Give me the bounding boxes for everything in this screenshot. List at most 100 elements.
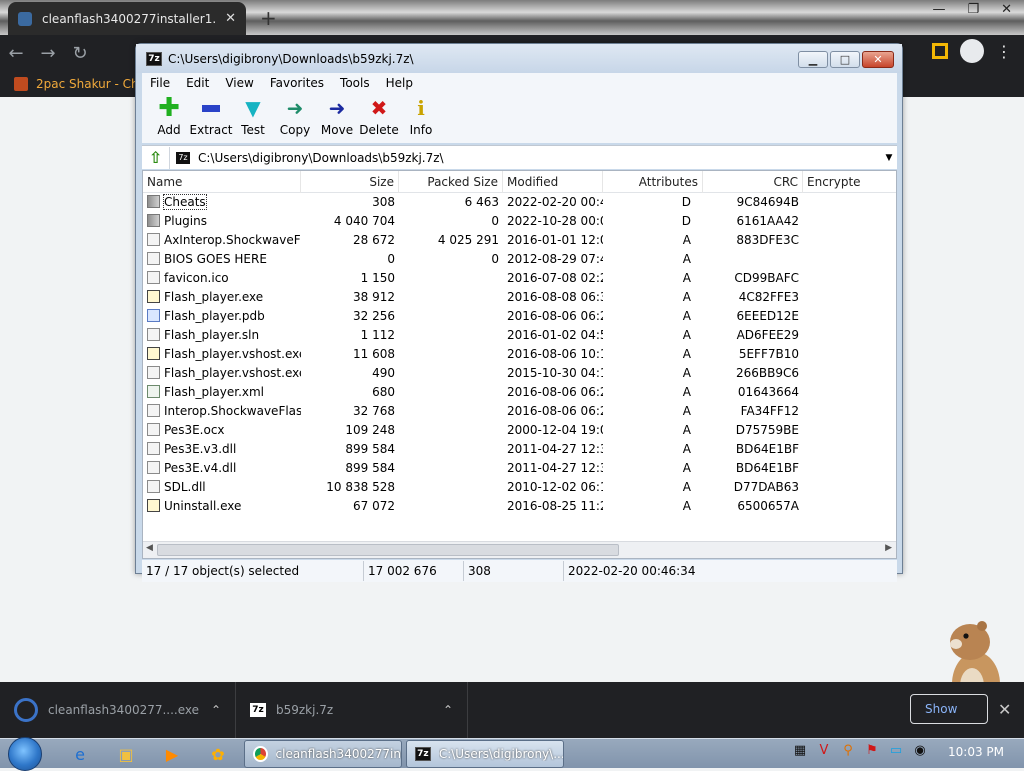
file-icon <box>147 480 160 493</box>
file-row[interactable]: Uninstall.exe 67 072 2016-08-25 11:25 A 6500… <box>143 497 896 516</box>
file-row[interactable]: Pes3E.v3.dll 899 584 2011-04-27 12:33 A BD64… <box>143 440 896 459</box>
tray-display-icon[interactable]: ▭ <box>888 743 904 758</box>
column-header[interactable]: Size <box>301 171 399 193</box>
file-name: Interop.ShockwaveFlash... <box>164 404 301 418</box>
chevron-up-icon[interactable]: ⌃ <box>211 703 235 717</box>
menu-file[interactable]: File <box>142 76 178 90</box>
forward-button[interactable]: → <box>32 43 64 64</box>
paint-icon[interactable]: ✿ <box>196 741 240 767</box>
chrome-menu-icon[interactable]: ⋮ <box>996 42 1012 61</box>
tray-volume-icon[interactable]: ◉ <box>912 743 928 758</box>
column-header[interactable]: Attributes <box>603 171 703 193</box>
column-header[interactable]: Modified <box>503 171 603 193</box>
file-row[interactable]: Pes3E.v4.dll 899 584 2011-04-27 12:33 A BD64… <box>143 459 896 478</box>
column-header[interactable]: Name <box>143 171 301 193</box>
scroll-right-icon[interactable]: ▶ <box>885 543 892 553</box>
close-button[interactable]: ✕ <box>997 0 1016 19</box>
7zip-titlebar[interactable]: 7z C:\Users\digibrony\Downloads\b59zkj.7… <box>136 44 902 73</box>
explorer-folder-icon[interactable]: ▣ <box>104 741 148 767</box>
menu-favorites[interactable]: Favorites <box>262 76 332 90</box>
browser-tab[interactable]: cleanflash3400277installer1.exe ✕ <box>8 2 246 35</box>
file-name-cell: Pes3E.v4.dll <box>143 459 301 478</box>
folder-up-icon[interactable]: ⇧ <box>142 146 170 169</box>
start-button[interactable] <box>8 737 42 771</box>
column-header[interactable]: CRC <box>703 171 803 193</box>
task-label: cleanflash3400277ins... <box>275 747 401 761</box>
close-shelf-icon[interactable]: ✕ <box>998 700 1011 719</box>
reload-button[interactable]: ↻ <box>64 43 96 64</box>
file-row[interactable]: Flash_player.xml 680 2016-08-06 06:26 A 0164… <box>143 383 896 402</box>
menu-help[interactable]: Help <box>378 76 421 90</box>
extract-button[interactable]: Extract <box>190 93 233 137</box>
info-button[interactable]: i Info <box>400 93 442 137</box>
tray-app-icon[interactable]: ▦ <box>792 743 808 758</box>
file-row[interactable]: Cheats 308 6 463 2022-02-20 00:46 D 9C84694B <box>143 193 896 212</box>
taskbar-clock[interactable]: 10:03 PM <box>948 745 1004 759</box>
file-row[interactable]: Plugins 4 040 704 0 2022-10-28 00:08 D 6161AA… <box>143 212 896 231</box>
internet-explorer-icon[interactable]: e <box>58 741 102 767</box>
extension-icon[interactable] <box>932 43 948 59</box>
tray-v-icon[interactable]: V <box>816 743 832 758</box>
file-name: BIOS GOES HERE <box>164 252 267 266</box>
info-label: Info <box>409 123 433 137</box>
tab-close-icon[interactable]: ✕ <box>225 11 236 26</box>
back-button[interactable]: ← <box>0 43 32 64</box>
show-all-button[interactable]: Show <box>910 694 988 724</box>
scrollbar-thumb[interactable] <box>157 544 619 556</box>
chevron-up-icon[interactable]: ⌃ <box>443 703 467 717</box>
attributes-cell: A <box>682 309 691 323</box>
taskbar-chrome-task[interactable]: cleanflash3400277ins... <box>244 740 402 768</box>
minimize-button[interactable]: — <box>928 0 949 19</box>
file-row[interactable]: Flash_player.pdb 32 256 2016-08-06 06:26 A 6… <box>143 307 896 326</box>
file-row[interactable]: Flash_player.vshost.exe 11 608 2016-08-06 … <box>143 345 896 364</box>
attributes-cell: A <box>682 499 691 513</box>
file-row[interactable]: AxInterop.ShockwaveFl... 28 672 4 025 291 2… <box>143 231 896 250</box>
move-button[interactable]: ➜ Move <box>316 93 358 137</box>
menu-tools[interactable]: Tools <box>332 76 378 90</box>
7zip-maximize-button[interactable]: □ <box>830 51 860 68</box>
column-header[interactable]: Packed Size <box>399 171 503 193</box>
add-button[interactable]: ✚ Add <box>148 93 190 137</box>
bookmark-link[interactable]: 2pac Shakur - Chro <box>36 77 151 91</box>
packed-size-cell <box>399 383 503 402</box>
path-input[interactable] <box>196 149 881 166</box>
new-tab-button[interactable]: + <box>260 6 277 30</box>
path-dropdown-icon[interactable]: ▼ <box>881 153 897 163</box>
profile-avatar-icon[interactable] <box>960 39 984 63</box>
delete-button[interactable]: ✖ Delete <box>358 93 400 137</box>
test-button[interactable]: ▼ Test <box>232 93 274 137</box>
download-item-cleanflash[interactable]: cleanflash3400277....exe ⌃ <box>0 682 236 738</box>
menu-view[interactable]: View <box>217 76 261 90</box>
restore-button[interactable]: ❐ <box>963 0 983 19</box>
media-player-icon[interactable]: ▶ <box>150 741 194 767</box>
file-row[interactable]: favicon.ico 1 150 2016-07-08 02:22 A CD99BAF… <box>143 269 896 288</box>
file-row[interactable]: BIOS GOES HERE 0 0 2012-08-29 07:46 A <box>143 250 896 269</box>
taskbar-7zip-task[interactable]: 7z C:\Users\digibrony\... <box>406 740 564 768</box>
horizontal-scrollbar[interactable]: ◀ ▶ <box>143 541 896 558</box>
packed-size-cell <box>399 326 503 345</box>
modified-cell: 2012-08-29 07:46 <box>507 252 603 266</box>
file-row[interactable]: Flash_player.exe 38 912 2016-08-08 06:35 A 4… <box>143 288 896 307</box>
7zip-window-controls: ▁ □ ✕ <box>798 51 894 68</box>
tray-search-icon[interactable]: ⚲ <box>840 743 856 758</box>
scroll-left-icon[interactable]: ◀ <box>146 543 153 553</box>
tab-title: cleanflash3400277installer1.exe <box>42 11 215 26</box>
file-name: Flash_player.vshost.exe.... <box>164 366 301 380</box>
copy-button[interactable]: ➜ Copy <box>274 93 316 137</box>
file-name-cell: Flash_player.exe <box>143 288 301 307</box>
file-name: Plugins <box>164 214 207 228</box>
file-row[interactable]: Flash_player.sln 1 112 2016-01-02 04:56 A AD… <box>143 326 896 345</box>
modified-cell: 2011-04-27 12:33 <box>507 442 603 456</box>
file-row[interactable]: Interop.ShockwaveFlash... 32 768 2016-08-0… <box>143 402 896 421</box>
file-row[interactable]: Pes3E.ocx 109 248 2000-12-04 19:00 A D75759B… <box>143 421 896 440</box>
tray-flag-icon[interactable]: ⚑ <box>864 743 880 758</box>
file-row[interactable]: SDL.dll 10 838 528 2010-12-02 06:11 A D77DAB… <box>143 478 896 497</box>
7zip-close-button[interactable]: ✕ <box>862 51 894 68</box>
file-name: Pes3E.ocx <box>164 423 225 437</box>
status-packed: 308 <box>464 561 564 581</box>
menu-edit[interactable]: Edit <box>178 76 217 90</box>
file-row[interactable]: Flash_player.vshost.exe.... 490 2015-10-30… <box>143 364 896 383</box>
7zip-minimize-button[interactable]: ▁ <box>798 51 828 68</box>
column-header[interactable]: Encrypte <box>803 171 896 193</box>
download-item-7z[interactable]: 7z b59zkj.7z ⌃ <box>236 682 468 738</box>
